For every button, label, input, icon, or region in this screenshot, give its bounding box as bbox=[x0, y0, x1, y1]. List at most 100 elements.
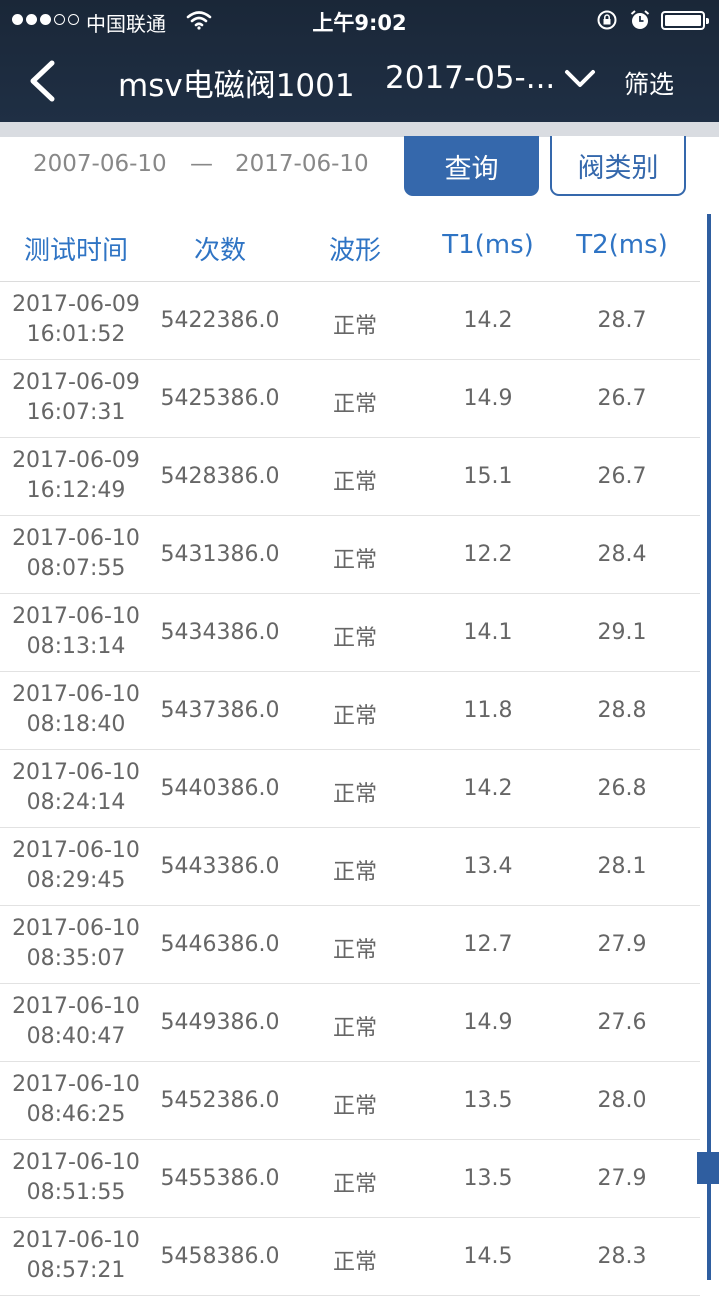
cell-date: 2017-06-10 bbox=[12, 526, 140, 551]
cell-count: 5455386.0 bbox=[160, 1166, 280, 1191]
date-range-separator: — bbox=[190, 151, 213, 177]
cell-t2: 28.8 bbox=[597, 698, 647, 723]
cell-t2: 28.1 bbox=[597, 854, 647, 879]
cell-t1: 15.1 bbox=[463, 464, 513, 489]
table-row[interactable]: 2017-06-10 08:46:25 5452386.0 正常 13.5 28.0 bbox=[0, 1062, 700, 1140]
cell-waveform: 正常 bbox=[332, 1250, 377, 1275]
cell-count: 5434386.0 bbox=[160, 620, 280, 645]
cell-t1: 14.2 bbox=[463, 776, 513, 801]
cell-t2: 27.9 bbox=[597, 1166, 647, 1191]
table-row[interactable]: 2017-06-10 08:40:47 5449386.0 正常 14.9 27.6 bbox=[0, 984, 700, 1062]
cell-count: 5422386.0 bbox=[160, 308, 280, 333]
cell-count: 5428386.0 bbox=[160, 464, 280, 489]
cell-time: 08:57:21 bbox=[26, 1258, 126, 1283]
column-header-count: 次数 bbox=[193, 236, 246, 266]
cell-waveform: 正常 bbox=[332, 548, 377, 573]
cell-time: 16:07:31 bbox=[26, 400, 126, 425]
cell-time: 08:24:14 bbox=[26, 790, 126, 815]
cell-date: 2017-06-10 bbox=[12, 604, 140, 629]
cell-time: 08:07:55 bbox=[26, 556, 126, 581]
cell-count: 5458386.0 bbox=[160, 1244, 280, 1269]
cell-waveform: 正常 bbox=[332, 392, 377, 417]
cell-time: 08:46:25 bbox=[26, 1102, 126, 1127]
table-row[interactable]: 2017-06-09 16:07:31 5425386.0 正常 14.9 26.7 bbox=[0, 360, 700, 438]
filter-button[interactable]: 筛选 bbox=[624, 65, 674, 101]
cell-date: 2017-06-10 bbox=[12, 1228, 140, 1253]
cell-date: 2017-06-09 bbox=[12, 448, 140, 473]
cell-count: 5425386.0 bbox=[160, 386, 280, 411]
cell-t1: 14.5 bbox=[463, 1244, 513, 1269]
scrollbar-thumb[interactable] bbox=[697, 1152, 719, 1184]
cell-count: 5440386.0 bbox=[160, 776, 280, 801]
table-header: 测试时间 次数 波形 T1(ms) T2(ms) bbox=[0, 210, 700, 282]
cell-date: 2017-06-10 bbox=[12, 1150, 140, 1175]
cell-t2: 28.4 bbox=[597, 542, 647, 567]
cell-waveform: 正常 bbox=[332, 626, 377, 651]
table-row[interactable]: 2017-06-10 08:57:21 5458386.0 正常 14.5 28.3 bbox=[0, 1218, 700, 1296]
header-divider bbox=[0, 122, 719, 137]
cell-t1: 13.5 bbox=[463, 1166, 513, 1191]
start-date-field[interactable]: 2007-06-10 bbox=[33, 151, 167, 177]
table-row[interactable]: 2017-06-10 08:13:14 5434386.0 正常 14.1 29.1 bbox=[0, 594, 700, 672]
table-row[interactable]: 2017-06-09 16:01:52 5422386.0 正常 14.2 28.7 bbox=[0, 282, 700, 360]
cell-time: 08:35:07 bbox=[26, 946, 126, 971]
cell-t2: 27.9 bbox=[597, 932, 647, 957]
cell-date: 2017-06-10 bbox=[12, 916, 140, 941]
back-button[interactable] bbox=[24, 58, 64, 104]
cell-waveform: 正常 bbox=[332, 470, 377, 495]
table-row[interactable]: 2017-06-10 08:29:45 5443386.0 正常 13.4 28.1 bbox=[0, 828, 700, 906]
cell-waveform: 正常 bbox=[332, 1016, 377, 1041]
cell-date: 2017-06-10 bbox=[12, 838, 140, 863]
column-header-t2: T2(ms) bbox=[576, 230, 668, 260]
cell-t1: 12.2 bbox=[463, 542, 513, 567]
cell-time: 16:01:52 bbox=[26, 322, 126, 347]
cell-date: 2017-06-10 bbox=[12, 760, 140, 785]
cell-time: 08:40:47 bbox=[26, 1024, 126, 1049]
cell-t1: 14.1 bbox=[463, 620, 513, 645]
cell-waveform: 正常 bbox=[332, 704, 377, 729]
table-row[interactable]: 2017-06-10 08:51:55 5455386.0 正常 13.5 27.9 bbox=[0, 1140, 700, 1218]
cell-t2: 26.8 bbox=[597, 776, 647, 801]
status-bar: 中国联通 上午9:02 bbox=[0, 0, 719, 40]
cell-date: 2017-06-09 bbox=[12, 292, 140, 317]
cell-waveform: 正常 bbox=[332, 860, 377, 885]
top-bar: 中国联通 上午9:02 msv电磁阀1001 2017-05-... 筛选 bbox=[0, 0, 719, 122]
cell-count: 5446386.0 bbox=[160, 932, 280, 957]
page-title: msv电磁阀1001 bbox=[118, 68, 355, 104]
table-row[interactable]: 2017-06-10 08:24:14 5440386.0 正常 14.2 26.8 bbox=[0, 750, 700, 828]
cell-t2: 28.3 bbox=[597, 1244, 647, 1269]
cell-t1: 12.7 bbox=[463, 932, 513, 957]
table-row[interactable]: 2017-06-10 08:35:07 5446386.0 正常 12.7 27.9 bbox=[0, 906, 700, 984]
table-row[interactable]: 2017-06-10 08:18:40 5437386.0 正常 11.8 28.8 bbox=[0, 672, 700, 750]
table-row[interactable]: 2017-06-10 08:07:55 5431386.0 正常 12.2 28.4 bbox=[0, 516, 700, 594]
cell-t1: 14.9 bbox=[463, 1010, 513, 1035]
cell-t1: 11.8 bbox=[463, 698, 513, 723]
valve-category-button[interactable]: 阀类别 bbox=[550, 136, 686, 196]
cell-count: 5437386.0 bbox=[160, 698, 280, 723]
cell-time: 08:51:55 bbox=[26, 1180, 126, 1205]
cell-t2: 27.6 bbox=[597, 1010, 647, 1035]
cell-t2: 29.1 bbox=[597, 620, 647, 645]
battery-icon bbox=[661, 11, 709, 30]
alarm-icon bbox=[630, 10, 650, 29]
cell-waveform: 正常 bbox=[332, 782, 377, 807]
scrollbar-track[interactable] bbox=[707, 214, 711, 1280]
cell-time: 16:12:49 bbox=[26, 478, 126, 503]
data-table: 测试时间 次数 波形 T1(ms) T2(ms) 2017-06-09 16:01… bbox=[0, 210, 700, 1296]
cell-t1: 14.2 bbox=[463, 308, 513, 333]
chevron-down-icon[interactable] bbox=[564, 68, 596, 90]
end-date-field[interactable]: 2017-06-10 bbox=[235, 151, 369, 177]
cell-waveform: 正常 bbox=[332, 314, 377, 339]
table-body: 2017-06-09 16:01:52 5422386.0 正常 14.2 28.7 201… bbox=[0, 282, 700, 1296]
table-row[interactable]: 2017-06-09 16:12:49 5428386.0 正常 15.1 26.7 bbox=[0, 438, 700, 516]
date-select[interactable]: 2017-05-... bbox=[385, 60, 555, 96]
cell-t2: 26.7 bbox=[597, 386, 647, 411]
cell-date: 2017-06-10 bbox=[12, 1072, 140, 1097]
query-button[interactable]: 查询 bbox=[404, 136, 539, 196]
cell-waveform: 正常 bbox=[332, 938, 377, 963]
cell-waveform: 正常 bbox=[332, 1172, 377, 1197]
column-header-test-time: 测试时间 bbox=[23, 236, 128, 266]
cell-count: 5443386.0 bbox=[160, 854, 280, 879]
cell-time: 08:29:45 bbox=[26, 868, 126, 893]
cell-count: 5452386.0 bbox=[160, 1088, 280, 1113]
